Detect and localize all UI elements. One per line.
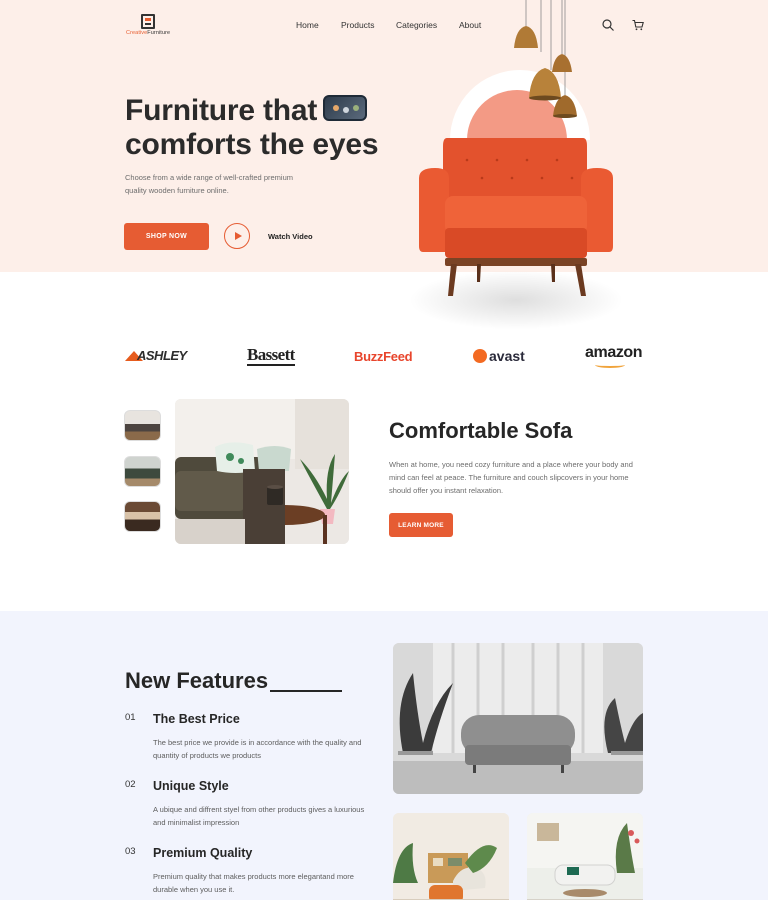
gallery-thumbnail[interactable] <box>124 501 161 532</box>
feature-number: 01 <box>125 712 136 723</box>
hero-description: Choose from a wide range of well-crafted… <box>125 173 293 195</box>
logo[interactable]: CreativeFurniture <box>126 14 176 38</box>
hero-title: Furniture that comforts the eyes <box>125 94 379 161</box>
room-photo-white-sofa <box>527 813 643 900</box>
avast-icon <box>473 349 487 363</box>
shop-now-button[interactable]: SHOP NOW <box>124 223 209 250</box>
sofa-photo <box>175 399 349 544</box>
room-photo-orange-chair <box>393 813 509 900</box>
feature-name: Unique Style <box>153 779 229 793</box>
learn-more-button[interactable]: LEARN MORE <box>389 513 453 537</box>
feature-name: The Best Price <box>153 712 240 726</box>
logo-mark-icon <box>141 14 155 29</box>
logo-wordmark: CreativeFurniture <box>126 30 171 36</box>
amazon-smile-icon <box>595 362 625 368</box>
sofa-description: When at home, you need cozy furniture an… <box>389 460 633 495</box>
play-icon[interactable] <box>224 223 250 249</box>
nav-home-link[interactable]: Home <box>296 20 319 30</box>
title-thumbnail <box>323 95 368 122</box>
partner-logo-buzzfeed: BuzzFeed <box>354 349 413 364</box>
partner-logo-ashley: ASHLEY <box>125 348 187 363</box>
partner-logo-avast: avast <box>473 348 525 364</box>
feature-description: Premium quality that makes products more… <box>153 872 354 894</box>
title-underline <box>270 690 343 692</box>
partner-logos: ASHLEY Bassett BuzzFeed avast amazon <box>125 344 645 370</box>
features-title: New Features <box>125 668 343 694</box>
partner-logo-amazon: amazon <box>585 344 643 368</box>
watch-video-link[interactable]: Watch Video <box>268 232 313 241</box>
sofa-title: Comfortable Sofa <box>389 418 573 443</box>
gallery-thumbnail[interactable] <box>124 456 161 487</box>
nav-products-link[interactable]: Products <box>341 20 375 30</box>
partner-logo-bassett: Bassett <box>247 345 295 366</box>
feature-number: 02 <box>125 779 136 790</box>
feature-description: The best price we provide is in accordan… <box>153 738 362 760</box>
feature-name: Premium Quality <box>153 846 253 860</box>
feature-description: A ubique and diffrent styel from other p… <box>153 805 365 827</box>
features-section <box>0 611 768 900</box>
living-room-photo <box>393 643 643 794</box>
feature-number: 03 <box>125 846 136 857</box>
hero-section <box>0 0 768 272</box>
gallery-thumbnail[interactable] <box>124 410 161 441</box>
armchair-illustration <box>419 0 613 296</box>
